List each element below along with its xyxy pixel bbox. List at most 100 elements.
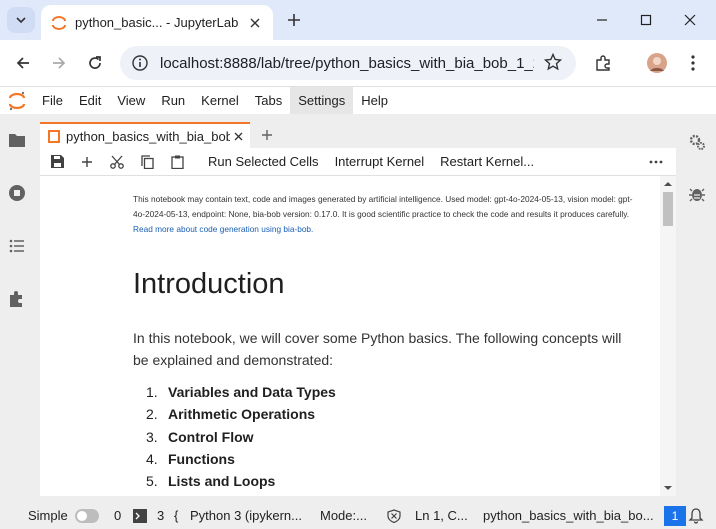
terminal-count: 0 [114,508,122,523]
tab-search-button[interactable] [7,7,35,33]
notebook-content: This notebook may contain text, code and… [40,176,660,496]
profile-avatar[interactable] [645,51,669,75]
kernel-status[interactable]: Python 3 (ipykern... [190,503,302,529]
chevron-down-icon [16,17,26,24]
status-filename: python_basics_with_bia_bo... [483,508,654,523]
interrupt-kernel-button[interactable]: Interrupt Kernel [327,154,433,169]
menu-kernel[interactable]: Kernel [193,87,247,115]
back-button[interactable] [11,51,35,75]
browser-tab[interactable]: python_basic... - JupyterLab [41,5,273,40]
browser-tab-title: python_basic... - JupyterLab [75,15,239,30]
url-text: localhost:8888/lab/tree/python_basics_wi… [160,54,534,72]
arrow-right-icon [53,57,66,69]
jupyter-favicon-icon [52,15,66,30]
heading-introduction: Introduction [133,268,285,300]
copy-icon [140,154,154,169]
close-icon [684,14,696,26]
minimize-button[interactable] [590,8,614,32]
notebook-toolbar: Run Selected Cells Interrupt Kernel Rest… [40,148,676,176]
close-window-button[interactable] [678,8,702,32]
save-button[interactable] [44,149,70,175]
ai-disclaimer: This notebook may contain text, code and… [133,192,633,237]
property-inspector-icon[interactable] [685,130,709,154]
menu-help[interactable]: Help [353,87,396,115]
simple-mode-toggle[interactable] [75,509,99,523]
forward-button[interactable] [47,51,71,75]
menu-view[interactable]: View [109,87,153,115]
list-item: 3. Control Flow [146,428,254,445]
maximize-button[interactable] [634,8,658,32]
more-options-icon[interactable] [646,152,666,172]
extensions-button[interactable] [591,51,615,75]
omnibox[interactable]: localhost:8888/lab/tree/python_basics_wi… [120,46,576,80]
notebook-icon [48,129,60,143]
simple-mode-label: Simple [28,508,68,523]
scroll-up-arrow-icon[interactable] [664,180,672,188]
menu-run[interactable]: Run [153,87,193,115]
right-sidebar [680,114,716,503]
run-selected-cells-button[interactable]: Run Selected Cells [200,154,327,169]
close-tab-icon[interactable] [245,13,265,33]
puzzle-icon [596,55,610,71]
notebook-tab-label: python_basics_with_bia_bob_ [66,128,230,144]
list-item: 4. Functions [146,450,235,467]
debugger-icon[interactable] [685,182,709,206]
extension-manager-icon[interactable] [5,287,29,311]
menu-settings[interactable]: Settings [290,86,354,115]
reload-button[interactable] [83,51,107,75]
reload-icon [89,56,101,69]
main-area: python_basics_with_bia_bob_ Run Selected… [34,114,680,503]
insert-cell-button[interactable] [74,149,100,175]
list-item: 1. Variables and Data Types [146,384,336,400]
maximize-icon [640,14,652,26]
add-launcher-button[interactable] [256,124,278,146]
scrollbar-thumb[interactable] [663,192,673,226]
kernel-count: 3 [157,508,165,523]
running-kernels-icon[interactable] [5,181,29,205]
menu-file[interactable]: File [34,87,71,115]
list-item: 2. Arithmetic Operations [146,406,316,423]
close-icon[interactable] [230,128,246,144]
kebab-menu-icon [691,55,695,71]
clipboard-icon [170,155,184,169]
new-tab-button[interactable] [282,8,306,32]
jupyter-logo-icon [0,87,34,115]
plus-icon [288,14,300,26]
disclaimer-link[interactable]: Read more about code generation using bi… [133,224,313,234]
folder-icon[interactable] [5,128,29,152]
terminal-icon [133,509,147,523]
bell-icon[interactable] [688,508,704,524]
disclaimer-text: This notebook may contain text, code and… [133,194,633,219]
menu-tabs[interactable]: Tabs [247,87,290,115]
notebook-tab[interactable]: python_basics_with_bia_bob_ [40,122,250,148]
plus-icon [82,156,92,167]
cursor-position[interactable]: Ln 1, C... [415,503,468,529]
site-info-icon[interactable] [132,55,148,71]
shield-icon[interactable] [387,509,401,523]
paste-button[interactable] [164,149,190,175]
scissors-icon [110,155,124,169]
mode-indicator[interactable]: Mode:... [320,503,367,529]
restart-kernel-button[interactable]: Restart Kernel... [432,154,542,169]
status-bar: Simple 0 3 { Python 3 (ipykern... Mode:.… [0,503,716,529]
left-sidebar [0,114,34,503]
table-of-contents-icon[interactable] [5,234,29,258]
address-bar-row: localhost:8888/lab/tree/python_basics_wi… [0,40,716,86]
notebook-scrollbar[interactable] [660,176,676,496]
minimize-icon [597,19,607,21]
browser-menu-button[interactable] [681,51,705,75]
jupyter-menubar: File Edit View Run Kernel Tabs Settings … [0,86,716,115]
notebook-panel: Run Selected Cells Interrupt Kernel Rest… [40,148,676,496]
avatar-icon [647,53,667,73]
concept-list: 1. Variables and Data Types 2. Arithmetic … [146,381,336,492]
kernel-bracket-icon: { [174,508,179,523]
cut-button[interactable] [104,149,130,175]
scroll-down-arrow-icon[interactable] [664,484,672,492]
menu-edit[interactable]: Edit [71,87,109,115]
browser-tab-strip: python_basic... - JupyterLab [0,0,716,40]
notification-count-badge[interactable]: 1 [664,506,686,526]
bookmark-star-icon[interactable] [543,52,563,76]
copy-button[interactable] [134,149,160,175]
arrow-left-icon [16,57,29,69]
list-item: 5. Lists and Loops [146,473,276,490]
